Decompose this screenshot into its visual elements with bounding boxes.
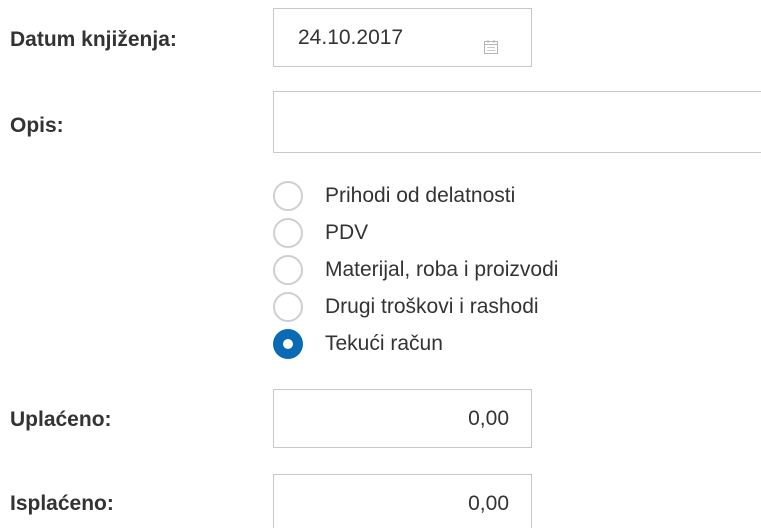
radio-button[interactable]	[273, 254, 303, 285]
paid-in-label: Uplaćeno:	[10, 408, 112, 431]
radio-label: Materijal, roba i proizvodi	[325, 257, 559, 281]
radio-option-prihodi[interactable]: Prihodi od delatnosti	[273, 177, 558, 214]
radio-button[interactable]	[273, 328, 303, 359]
radio-button[interactable]	[273, 291, 303, 322]
radio-label: Tekući račun	[325, 331, 443, 355]
paid-in-value[interactable]: 0,00	[468, 407, 509, 431]
booking-form: Datum knjiženja: 24.10.2017 Opis: Prihod…	[0, 0, 761, 528]
calendar-icon[interactable]	[483, 39, 499, 55]
radio-label: PDV	[325, 220, 369, 244]
radio-button[interactable]	[273, 217, 303, 248]
radio-label: Drugi troškovi i rashodi	[325, 294, 539, 318]
date-field[interactable]: 24.10.2017	[273, 8, 532, 67]
radio-option-tekuci-racun[interactable]: Tekući račun	[273, 325, 558, 362]
account-radio-group: Prihodi od delatnosti PDV Materijal, rob…	[273, 177, 558, 362]
description-input[interactable]	[273, 91, 761, 153]
paid-out-input[interactable]: 0,00	[273, 474, 532, 528]
radio-option-materijal[interactable]: Materijal, roba i proizvodi	[273, 251, 558, 288]
paid-in-input[interactable]: 0,00	[273, 389, 532, 448]
radio-option-pdv[interactable]: PDV	[273, 214, 558, 251]
date-label: Datum knjiženja:	[10, 28, 177, 51]
radio-label: Prihodi od delatnosti	[325, 183, 516, 207]
paid-out-value[interactable]: 0,00	[468, 492, 509, 516]
radio-option-drugi-troskovi[interactable]: Drugi troškovi i rashodi	[273, 288, 558, 325]
date-value[interactable]: 24.10.2017	[298, 26, 403, 50]
description-label: Opis:	[10, 114, 64, 137]
paid-out-label: Isplaćeno:	[10, 492, 114, 515]
radio-button[interactable]	[273, 180, 303, 211]
